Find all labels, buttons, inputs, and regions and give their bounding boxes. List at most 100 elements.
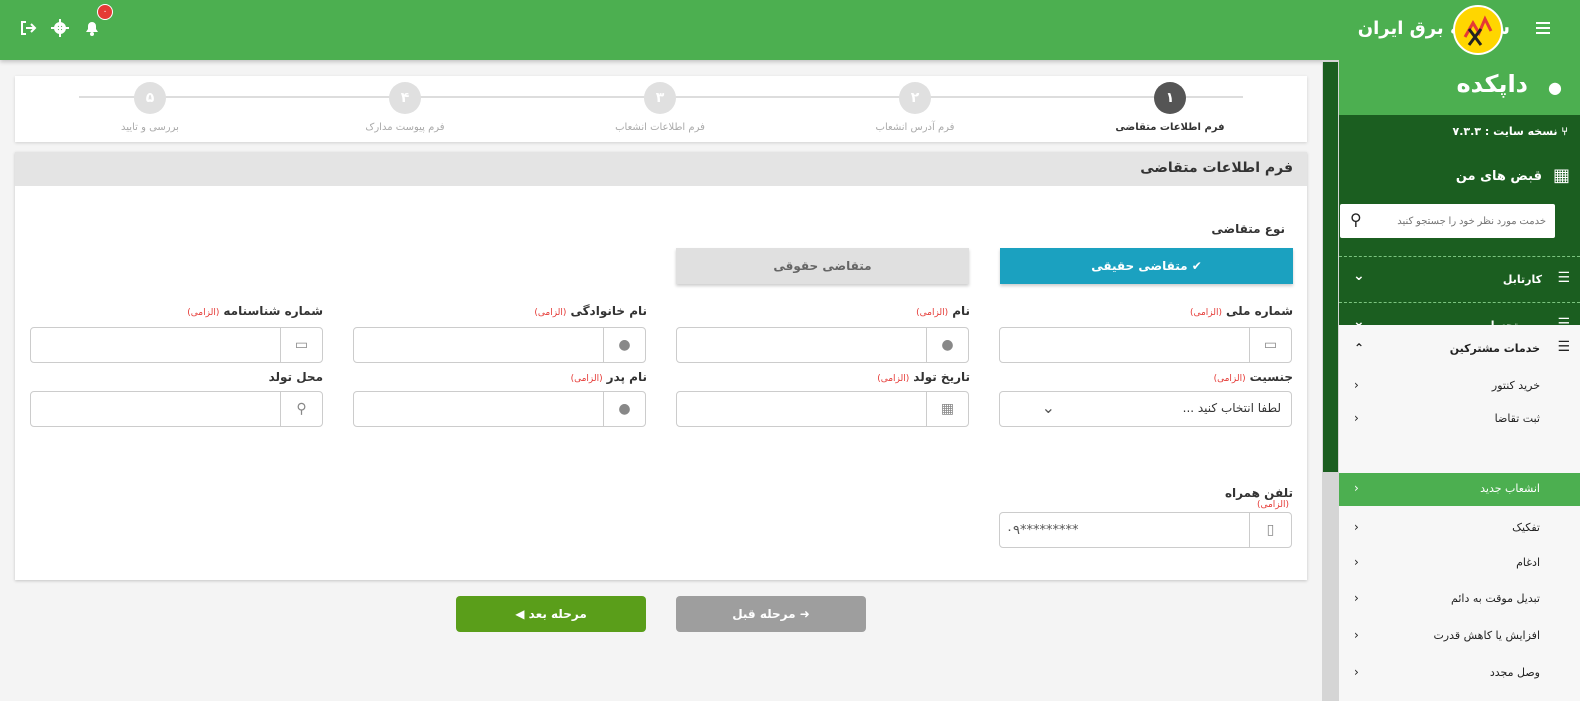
field-label: شماره شناسنامه: [223, 304, 323, 318]
birth-date-field[interactable]: ▦: [676, 391, 969, 427]
birth-place-label: محل تولد: [269, 370, 323, 384]
mobile-phone-icon: ▯: [1249, 513, 1291, 547]
menu-icon[interactable]: [1532, 16, 1556, 40]
service-search-input[interactable]: [1374, 204, 1552, 238]
first-name-input[interactable]: [683, 328, 923, 362]
logo: [1453, 5, 1503, 55]
sidebar-item-buy-meter[interactable]: خرید کنتور ‹: [1339, 370, 1580, 403]
cert-no-input[interactable]: [37, 328, 277, 362]
form-title: فرم اطلاعات متقاضی: [15, 152, 1307, 186]
step-label: فرم اطلاعات متقاضی: [1115, 122, 1225, 133]
step-label: فرم اطلاعات انشعاب: [615, 122, 705, 133]
sidebar-item-cartable[interactable]: ☰ کارتابل ⌄: [1339, 256, 1580, 302]
step-label: فرم آدرس انشعاب: [875, 122, 955, 133]
mobile-field[interactable]: ▯: [999, 512, 1292, 548]
chevron-left-icon: ‹: [1354, 591, 1359, 605]
cert-no-field[interactable]: ▭: [30, 327, 323, 363]
sidebar-item-split[interactable]: تفکیک ‹: [1339, 512, 1580, 545]
site-version-text: نسخه سایت : ۷.۳.۳: [1452, 125, 1558, 138]
step-2[interactable]: ۲ فرم آدرس انشعاب: [855, 82, 975, 133]
id-card-icon: ▭: [1249, 328, 1291, 362]
user-icon: ●: [603, 328, 645, 362]
sidebar-item-new-connection[interactable]: انشعاب جدید ‹: [1339, 473, 1580, 506]
birth-date-label: تاریخ تولد(الزامی): [877, 370, 970, 384]
sidebar-item-label: خرید کنتور: [1491, 379, 1540, 392]
bell-icon[interactable]: [81, 17, 103, 39]
field-label: شماره ملی: [1226, 304, 1293, 318]
sidebar-scrollbar-thumb[interactable]: [1323, 62, 1338, 472]
dashboard-icon: ▦: [1552, 165, 1570, 186]
next-step-button[interactable]: مرحله بعد ◀: [456, 596, 646, 632]
birth-date-input[interactable]: [683, 392, 923, 426]
search-icon[interactable]: ⚲: [1350, 210, 1362, 229]
sidebar-item-label: انشعاب جدید: [1480, 482, 1540, 495]
step-label: فرم پیوست مدارک: [365, 122, 445, 133]
birth-place-input[interactable]: [37, 392, 277, 426]
field-label: نام: [952, 304, 970, 318]
list-icon: ☰: [1557, 339, 1570, 355]
father-name-label: نام پدر(الزامی): [571, 370, 647, 384]
my-bills-label[interactable]: قبض های من: [1456, 169, 1542, 184]
last-name-label: نام خانوادگی(الزامی): [534, 304, 647, 318]
required-mark: (الزامی): [1189, 308, 1222, 318]
sidebar-item-label: افزایش یا کاهش قدرت: [1433, 629, 1540, 642]
location-icon: ⚲: [280, 392, 322, 426]
field-label: تاریخ تولد: [913, 370, 970, 384]
national-id-field[interactable]: ▭: [999, 327, 1292, 363]
service-search: ⚲: [1340, 204, 1555, 238]
list-icon: ☰: [1557, 270, 1570, 286]
sidebar-item-power-change[interactable]: افزایش یا کاهش قدرت ‹: [1339, 620, 1580, 653]
cert-no-label: شماره شناسنامه(الزامی): [187, 304, 323, 318]
field-label: نام پدر: [606, 370, 647, 384]
required-mark: (الزامی): [1256, 500, 1289, 510]
previous-step-label: مرحله قبل: [732, 607, 796, 621]
gender-label: جنسیت(الزامی): [1214, 370, 1293, 384]
sidebar-item-register-request[interactable]: ثبت تقاضا ‹: [1339, 403, 1580, 436]
national-id-label: شماره ملی (الزامی): [1190, 304, 1293, 318]
gender-select-value: لطفا انتخاب کنید ...: [1182, 401, 1281, 415]
legal-applicant-button[interactable]: متقاضی حقوقی: [676, 248, 969, 284]
step-5[interactable]: ۵ بررسی و تایید: [90, 82, 210, 133]
national-id-input[interactable]: [1006, 328, 1246, 362]
birth-place-field[interactable]: ⚲: [30, 391, 323, 427]
sidebar-item-merge[interactable]: ادغام ‹: [1339, 547, 1580, 580]
previous-step-button[interactable]: ➜ مرحله قبل: [676, 596, 866, 632]
sidebar-item-reconnect[interactable]: وصل مجدد ‹: [1339, 657, 1580, 690]
last-name-field[interactable]: ●: [353, 327, 646, 363]
last-name-input[interactable]: [360, 328, 600, 362]
sidebar-item-temp-to-permanent[interactable]: تبدیل موقت به دائم ‹: [1339, 583, 1580, 616]
step-number: ۱: [1154, 82, 1186, 114]
chevron-left-icon: ‹: [1354, 378, 1359, 392]
sidebar-item-label: کارتابل: [1502, 273, 1542, 286]
field-label: محل تولد: [268, 370, 323, 384]
gear-icon[interactable]: [49, 17, 71, 39]
father-name-field[interactable]: ●: [353, 391, 646, 427]
father-name-input[interactable]: [360, 392, 600, 426]
real-applicant-button[interactable]: ✔ متقاضی حقیقی: [1000, 248, 1293, 284]
chevron-left-icon: ‹: [1354, 665, 1359, 679]
check-icon: ✔: [1187, 259, 1202, 273]
required-mark: (الزامی): [916, 308, 949, 318]
sidebar-item-subscriber-services[interactable]: ☰ خدمات مشترکین ⌃: [1339, 333, 1580, 366]
step-4[interactable]: ۴ فرم پیوست مدارک: [345, 82, 465, 133]
first-name-label: نام(الزامی): [916, 304, 970, 318]
chevron-left-icon: ‹: [1354, 411, 1359, 425]
sidebar-item-label: وصل مجدد: [1489, 666, 1540, 679]
chevron-left-icon: ‹: [1354, 481, 1359, 495]
required-mark: (الزامی): [187, 308, 220, 318]
user-icon: ●: [603, 392, 645, 426]
step-1[interactable]: ۱ فرم اطلاعات متقاضی: [1110, 82, 1230, 133]
first-name-field[interactable]: ●: [676, 327, 969, 363]
logout-icon[interactable]: [17, 17, 39, 39]
legal-applicant-label: متقاضی حقوقی: [773, 259, 872, 273]
sidebar-user: ● داپکده: [1339, 60, 1580, 115]
field-label: تلفن همراه: [1224, 486, 1293, 500]
step-3[interactable]: ۳ فرم اطلاعات انشعاب: [600, 82, 720, 133]
gender-select[interactable]: لطفا انتخاب کنید ... ⌄: [999, 391, 1292, 427]
id-card-icon: ▭: [280, 328, 322, 362]
chevron-down-icon: ⌄: [1353, 268, 1365, 284]
step-number: ۲: [899, 82, 931, 114]
mobile-input[interactable]: [1006, 513, 1246, 547]
field-label: جنسیت: [1249, 370, 1293, 384]
chevron-left-icon: ‹: [1354, 555, 1359, 569]
